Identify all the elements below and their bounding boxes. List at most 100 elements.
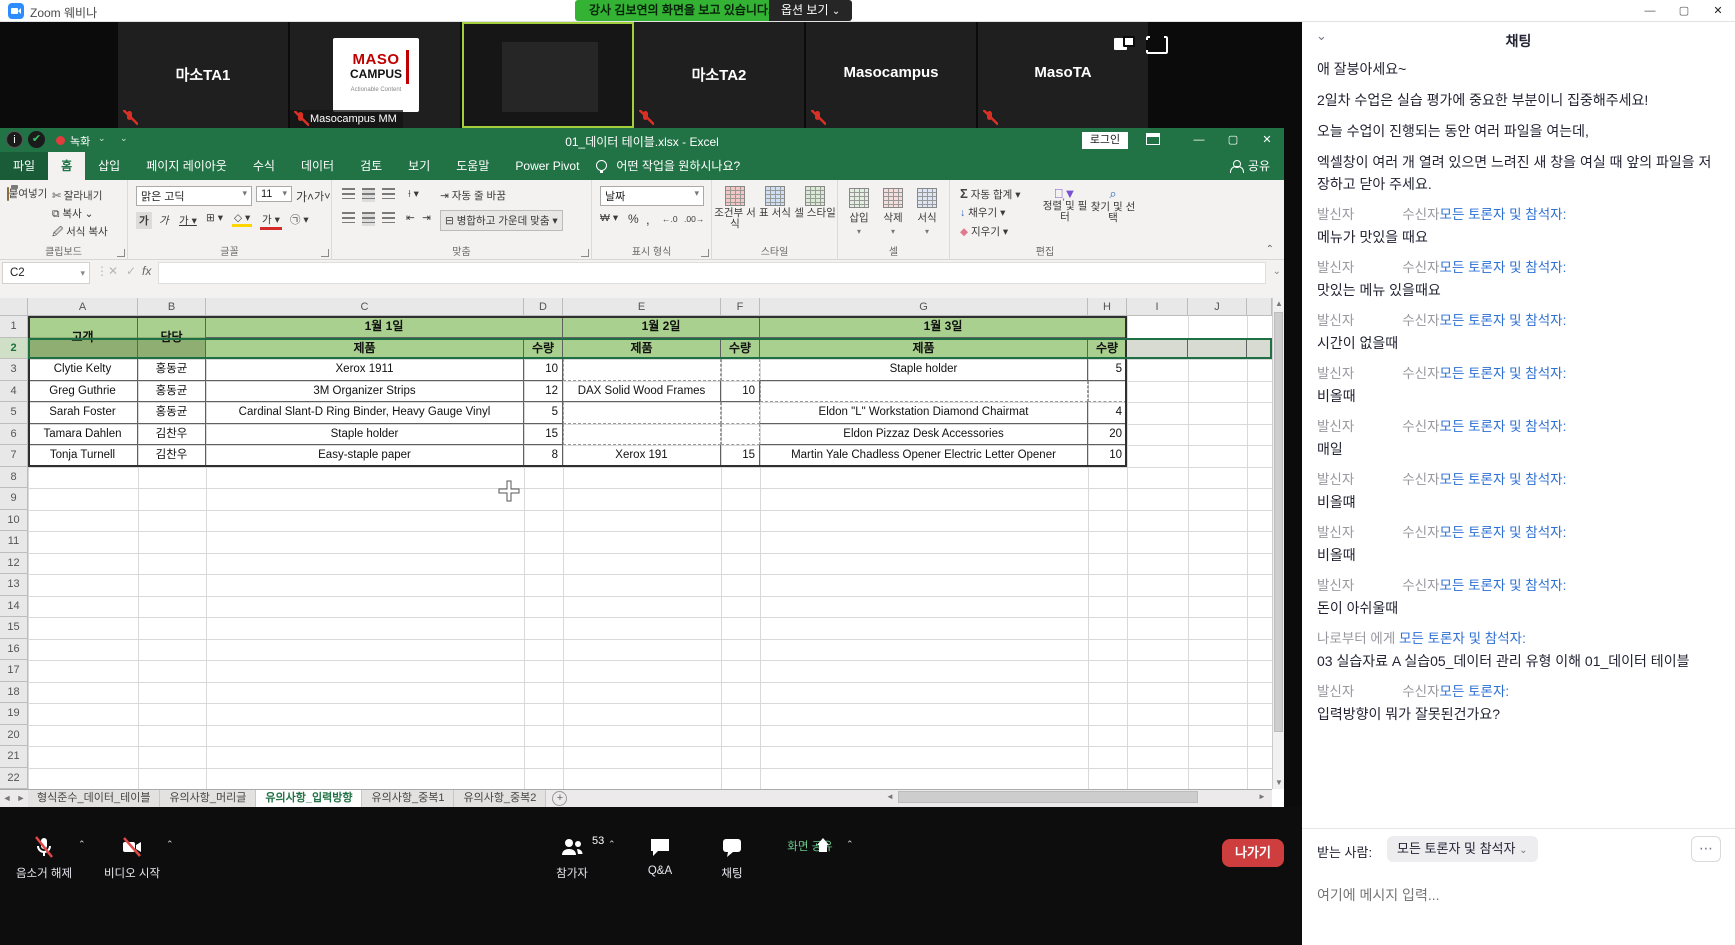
fullscreen-icon[interactable] [1146,36,1168,54]
chat-more-button[interactable]: ⋯ [1691,836,1721,862]
scroll-up-icon[interactable]: ▲ [1273,298,1285,310]
excel-minimize-icon[interactable]: — [1182,128,1216,152]
cell-qty1[interactable]: 10 [524,359,563,381]
cell-product1[interactable]: Easy-staple paper [206,445,524,467]
ribbon-tab-보기[interactable]: 보기 [395,152,443,180]
column-header-G[interactable]: G [760,298,1088,316]
sheet-tab-형식준수_데이터_테이블[interactable]: 형식준수_데이터_테이블 [28,790,160,807]
ribbon-tab-페이지 레이아웃[interactable]: 페이지 레이아웃 [133,152,240,180]
cell-product3[interactable] [760,381,1088,403]
cell-row2-header[interactable]: 제품 [206,338,524,360]
format-painter-button[interactable]: 🖉 서식 복사 [52,224,108,242]
wrap-text-button[interactable]: ⇥ 자동 줄 바꿈 [440,188,506,203]
font-size-combo[interactable]: 11▾ [256,186,292,202]
chat-button[interactable]: 채팅 [702,835,762,881]
decrease-decimal-icon[interactable]: .00→ [684,214,704,224]
row-header-13[interactable]: 13 [0,574,28,596]
copy-button[interactable]: ⧉ 복사 ⌄ [52,206,93,221]
row-header-18[interactable]: 18 [0,682,28,704]
scroll-down-icon[interactable]: ▼ [1273,777,1285,789]
comma-icon[interactable]: , [646,212,650,227]
cell-qty3[interactable]: 10 [1088,445,1127,467]
close-icon[interactable]: ✕ [1701,0,1735,22]
insert-function-icon[interactable]: fx [142,264,151,278]
row-header-14[interactable]: 14 [0,596,28,618]
align-center-icon[interactable] [362,212,375,226]
cancel-icon[interactable]: ✕ [108,264,118,278]
align-left-icon[interactable] [342,212,355,226]
cell-product2[interactable] [563,402,721,424]
phonetic-icon[interactable]: ㉠ ▾ [290,212,309,227]
clear-button[interactable]: ◆ 지우기 ▾ [960,224,1008,239]
cell-row2-header[interactable]: 제품 [563,338,721,360]
fill-color-icon[interactable]: ◇ ▾ [232,212,252,227]
gallery-view-icon[interactable] [1114,36,1136,54]
unmute-button[interactable]: 음소거 해제 [8,835,80,881]
ribbon-tab-파일[interactable]: 파일 [0,152,48,180]
fill-button[interactable]: ↓ 채우기 ▾ [960,205,1005,220]
sheet-tab-유의사항_중복2[interactable]: 유의사항_중복2 [454,790,546,807]
cell-manager-header[interactable]: 담당 [138,316,206,359]
decrease-indent-icon[interactable]: ⇤ [406,212,415,224]
recipient-selector[interactable]: 모든 토론자 및 참석자 ⌄ [1387,836,1538,862]
cut-button[interactable]: ✄ 잘라내기 [52,188,102,203]
cell-product1[interactable]: Staple holder [206,424,524,446]
excel-close-icon[interactable]: ✕ [1250,128,1284,152]
font-dialog-launcher-icon[interactable] [321,249,329,257]
vertical-scrollbar[interactable]: ▲ ▼ [1272,298,1284,789]
font-color-icon[interactable]: 가 ▾ [260,212,282,230]
cell-product3[interactable]: Eldon Pizzaz Desk Accessories [760,424,1088,446]
accounting-format-icon[interactable]: ₩ ▾ [600,212,618,224]
share-options-chevron-icon[interactable]: ⌃ [846,839,854,850]
chat-message-list[interactable]: 애 잘붕아세요~2일차 수업은 실습 평가에 중요한 부분이니 집중해주세요!오… [1317,58,1721,810]
cell-product1[interactable]: 3M Organizer Strips [206,381,524,403]
percent-icon[interactable]: % [628,212,639,226]
sheet-nav-left-icon[interactable]: ◄ [0,790,14,807]
sort-filter-button[interactable]: ᄒ̦▼ 정렬 및 필터 [1042,186,1088,223]
row-header-3[interactable]: 3 [0,359,28,381]
row-header-10[interactable]: 10 [0,510,28,532]
row-header-8[interactable]: 8 [0,467,28,489]
cell-manager[interactable]: 김찬우 [138,424,206,446]
cell-row2-header[interactable]: 수량 [1088,338,1127,360]
cell-row2-header[interactable]: 제품 [760,338,1088,360]
cell-product1[interactable]: Cardinal Slant-D Ring Binder, Heavy Gaug… [206,402,524,424]
paste-button[interactable]: 붙여넣기 [6,186,48,201]
column-header-I[interactable]: I [1127,298,1188,316]
ribbon-tab-검토[interactable]: 검토 [347,152,395,180]
font-name-combo[interactable]: 맑은 고딕▾ [136,186,252,206]
clipboard-dialog-launcher-icon[interactable] [117,249,125,257]
new-sheet-icon[interactable]: + [552,791,567,806]
align-bottom-icon[interactable] [382,188,395,202]
cell-product3[interactable]: Staple holder [760,359,1088,381]
row-header-4[interactable]: 4 [0,381,28,403]
cell-customer[interactable]: Tonja Turnell [28,445,138,467]
cell-product3[interactable]: Eldon "L" Workstation Diamond Chairmat [760,402,1088,424]
cell-qty2[interactable] [721,424,760,446]
format-cells-button[interactable]: 서식▾ [910,188,944,237]
cell-day2-header[interactable]: 1월 2일 [563,316,760,338]
column-header-J[interactable]: J [1188,298,1247,316]
cell-qty3[interactable]: 20 [1088,424,1127,446]
participants-chevron-icon[interactable]: ⌃ [608,839,616,850]
cell-manager[interactable]: 김찬우 [138,445,206,467]
delete-cells-button[interactable]: 삭제▾ [876,188,910,237]
cell-day3-header[interactable]: 1월 3일 [760,316,1127,338]
sheet-tab-유의사항_입력방향[interactable]: 유의사항_입력방향 [256,790,362,807]
scroll-right-icon[interactable]: ► [1258,792,1266,801]
cell-qty3[interactable]: 4 [1088,402,1127,424]
cell-customer[interactable]: Clytie Kelty [28,359,138,381]
cell-customer[interactable]: Sarah Foster [28,402,138,424]
increase-indent-icon[interactable]: ⇥ [422,212,431,224]
select-all-corner[interactable] [0,298,28,316]
spreadsheet-grid[interactable]: ABCDEFGHIJ123456789101112131415161718192… [0,298,1284,807]
sheet-tab-유의사항_머리글[interactable]: 유의사항_머리글 [160,790,256,807]
increase-decimal-icon[interactable]: ←.0 [662,214,678,224]
cell-product1[interactable]: Xerox 1911 [206,359,524,381]
login-button[interactable]: 로그인 [1082,132,1128,149]
row-header-17[interactable]: 17 [0,660,28,682]
maximize-icon[interactable]: ▢ [1667,0,1701,22]
start-video-button[interactable]: 비디오 시작 [96,835,168,881]
cell-row2-empty[interactable] [1247,338,1272,360]
row-header-11[interactable]: 11 [0,531,28,553]
